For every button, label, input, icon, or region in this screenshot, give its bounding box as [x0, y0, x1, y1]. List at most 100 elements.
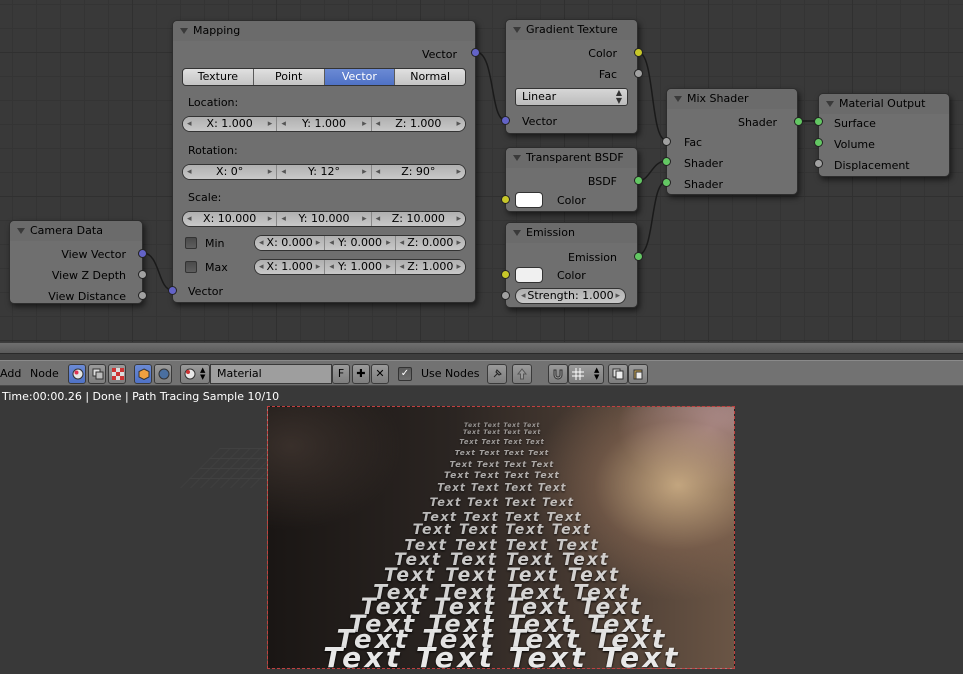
max-z-field[interactable]: Z: 1.000 — [395, 260, 465, 274]
tab-texture[interactable]: Texture — [183, 69, 254, 85]
object-shader-button[interactable] — [134, 364, 152, 384]
max-y-field[interactable]: Y: 1.000 — [325, 260, 396, 274]
output-shader: Shader — [738, 116, 777, 129]
socket-fac[interactable] — [634, 69, 643, 78]
socket-input-vector[interactable] — [168, 286, 177, 295]
node-header[interactable]: Mix Shader — [667, 89, 797, 109]
texture-nodes-button[interactable] — [108, 364, 126, 384]
socket-input-vector[interactable] — [501, 116, 510, 125]
socket-input-shader-1[interactable] — [662, 157, 671, 166]
close-icon: ✕ — [375, 367, 385, 380]
gradient-texture-node[interactable]: Gradient Texture Color Fac Linear ▲ ▼ Vec… — [501, 19, 643, 134]
color-swatch[interactable] — [515, 267, 543, 283]
rotation-z-field[interactable]: Z: 90° — [371, 165, 465, 179]
use-nodes-checkbox[interactable]: ✓ — [398, 367, 412, 381]
collapse-icon[interactable] — [513, 230, 521, 236]
unlink-material-button[interactable]: ✕ — [371, 364, 389, 384]
min-z-field[interactable]: Z: 0.000 — [395, 236, 465, 250]
socket-view-z-depth[interactable] — [138, 270, 147, 279]
socket-color[interactable] — [634, 48, 643, 57]
scrollbar[interactable] — [0, 343, 963, 354]
render-text-row: Text Text Text Text — [437, 483, 567, 495]
render-text-row: Text Text Text Text — [462, 428, 542, 436]
compositing-nodes-button[interactable] — [88, 364, 106, 384]
rotation-x-field[interactable]: X: 0° — [183, 165, 278, 179]
color-swatch[interactable] — [515, 192, 543, 208]
collapse-icon[interactable] — [674, 96, 682, 102]
snap-toggle-button[interactable] — [548, 364, 568, 384]
snap-element-dropdown[interactable]: ▲ ▼ — [568, 364, 604, 384]
tab-point[interactable]: Point — [253, 69, 325, 85]
socket-view-vector[interactable] — [138, 249, 147, 258]
min-y-field[interactable]: Y: 0.000 — [325, 236, 396, 250]
min-checkbox[interactable] — [185, 237, 197, 249]
socket-view-distance[interactable] — [138, 291, 147, 300]
max-checkbox[interactable] — [185, 261, 197, 273]
strength-field[interactable]: Strength: 1.000 — [515, 288, 626, 304]
node-menu[interactable]: Node — [30, 367, 59, 380]
pin-button[interactable] — [487, 364, 507, 384]
scale-z-field[interactable]: Z: 10.000 — [371, 212, 465, 226]
world-shader-button[interactable] — [154, 364, 172, 384]
tab-vector[interactable]: Vector — [324, 69, 396, 85]
area-separator[interactable] — [0, 342, 963, 360]
shader-ball-icon — [72, 368, 84, 380]
gradient-type-dropdown[interactable]: Linear ▲ ▼ — [515, 88, 628, 106]
paste-nodes-button[interactable] — [628, 364, 648, 384]
node-header[interactable]: Transparent BSDF — [506, 148, 637, 168]
location-y-field[interactable]: Y: 1.000 — [277, 117, 372, 131]
scale-x-field[interactable]: X: 10.000 — [183, 212, 278, 226]
socket-bsdf[interactable] — [634, 176, 643, 185]
socket-input-color[interactable] — [501, 270, 510, 279]
socket-output-vector[interactable] — [471, 48, 480, 57]
socket-input-fac[interactable] — [662, 137, 671, 146]
socket-displacement[interactable] — [814, 159, 823, 168]
collapse-icon[interactable] — [826, 101, 834, 107]
node-header[interactable]: Camera Data — [10, 221, 142, 241]
node-header[interactable]: Mapping — [173, 21, 475, 41]
location-fields: X: 1.000 Y: 1.000 Z: 1.000 — [182, 116, 466, 132]
socket-input-shader-2[interactable] — [662, 178, 671, 187]
node-title: Camera Data — [30, 224, 103, 237]
mapping-node[interactable]: Mapping Vector Texture Point Vector Norm… — [168, 20, 480, 303]
collapse-icon[interactable] — [17, 228, 25, 234]
node-header[interactable]: Emission — [506, 223, 637, 243]
socket-emission[interactable] — [634, 252, 643, 261]
parent-node-button[interactable] — [512, 364, 532, 384]
socket-surface[interactable] — [814, 117, 823, 126]
camera-data-node[interactable]: Camera Data View Vector View Z Depth Vie… — [9, 220, 147, 304]
link-color-to-fac — [637, 51, 667, 141]
add-menu[interactable]: Add — [0, 367, 21, 380]
node-header[interactable]: Gradient Texture — [506, 20, 637, 40]
copy-nodes-button[interactable] — [608, 364, 628, 384]
emission-node[interactable]: Emission Emission Color Strength: 1.000 — [501, 222, 643, 308]
material-name-field[interactable]: Material — [210, 364, 332, 384]
fake-user-button[interactable]: F — [332, 364, 350, 384]
render-text-row: Text Text Text Text — [443, 470, 561, 481]
mix-shader-node[interactable]: Mix Shader Shader Fac Shader Shader — [662, 88, 803, 195]
input-shader-2: Shader — [684, 178, 723, 191]
socket-input-color[interactable] — [501, 195, 510, 204]
material-output-node[interactable]: Material Output Surface Volume Displacem… — [814, 93, 950, 177]
collapse-icon[interactable] — [513, 27, 521, 33]
collapse-icon[interactable] — [513, 155, 521, 161]
collapse-icon[interactable] — [180, 28, 188, 34]
socket-output-shader[interactable] — [794, 117, 803, 126]
node-header[interactable]: Material Output — [819, 94, 949, 114]
tab-normal[interactable]: Normal — [395, 69, 465, 85]
material-browse-button[interactable]: ▲ ▼ — [180, 364, 210, 384]
rotation-y-field[interactable]: Y: 12° — [277, 165, 372, 179]
socket-input-strength[interactable] — [501, 291, 510, 300]
render-view[interactable]: Time:00:00.26 | Done | Path Tracing Samp… — [0, 386, 963, 674]
socket-volume[interactable] — [814, 138, 823, 147]
node-title: Emission — [526, 226, 575, 239]
transparent-bsdf-node[interactable]: Transparent BSDF BSDF Color — [501, 147, 643, 212]
new-material-button[interactable]: ✚ — [352, 364, 370, 384]
scale-y-field[interactable]: Y: 10.000 — [277, 212, 372, 226]
node-editor[interactable]: Camera Data View Vector View Z Depth Vie… — [0, 0, 963, 342]
location-x-field[interactable]: X: 1.000 — [183, 117, 278, 131]
max-x-field[interactable]: X: 1.000 — [255, 260, 326, 274]
min-x-field[interactable]: X: 0.000 — [255, 236, 326, 250]
shader-nodes-button[interactable] — [68, 364, 86, 384]
location-z-field[interactable]: Z: 1.000 — [371, 117, 465, 131]
